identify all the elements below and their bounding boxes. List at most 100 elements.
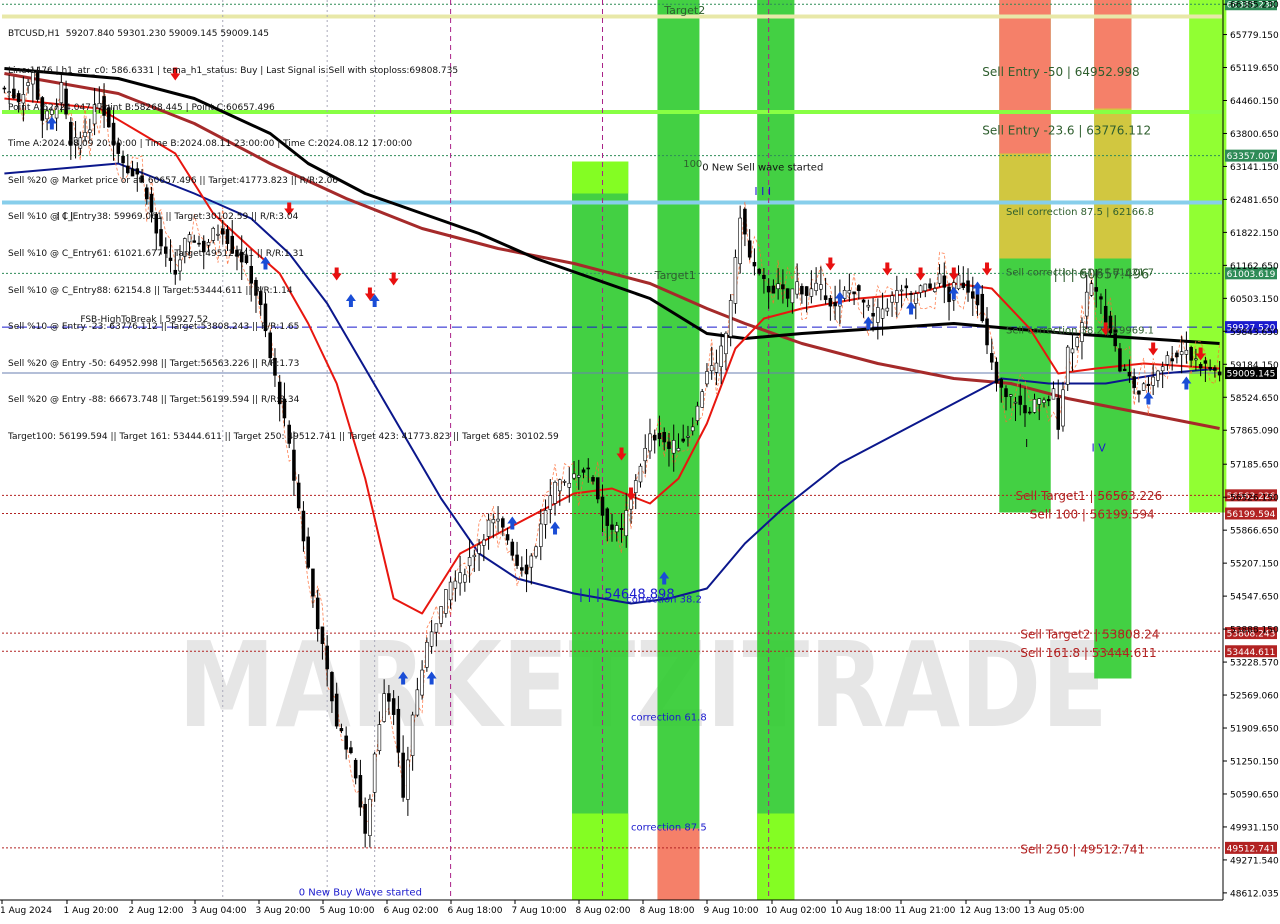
chart-annotation: Sell Entry -23.6 | 63776.112 [982, 124, 1151, 138]
candle-body [1184, 349, 1189, 355]
candle-body [652, 434, 657, 441]
candle-body [785, 288, 790, 299]
candle-body [534, 546, 538, 557]
candle-body [135, 168, 140, 175]
candle-body [35, 72, 40, 100]
candle-body [648, 433, 652, 452]
candle-body [610, 524, 614, 530]
y-tick-label: 63141.150 [1230, 163, 1279, 173]
candle-body [358, 775, 363, 808]
candle-body [771, 285, 776, 294]
candle-body [425, 641, 429, 668]
candle-body [833, 302, 837, 307]
chart-annotation: 0 New Buy Wave started [299, 888, 422, 899]
candlestick-chart[interactable]: MARKETZITRADE 66385.23063357.00761003.61… [0, 0, 1280, 920]
candle-body [130, 168, 135, 177]
zone-accent [572, 161, 629, 194]
candle-body [320, 626, 325, 644]
candle-body [918, 285, 923, 293]
x-tick-label: 10 Aug 18:00 [831, 906, 892, 916]
y-tick-label: 56526.150 [1230, 494, 1279, 504]
candle-body [1175, 352, 1179, 358]
candle-body [1084, 291, 1089, 317]
candle-body [766, 285, 771, 293]
x-tick-label: 1 Aug 20:00 [64, 906, 119, 916]
candle-body [287, 424, 291, 444]
candle-body [1165, 355, 1170, 365]
chart-annotation: Sell correction 61.8 | 61021.7 [1006, 268, 1154, 279]
candle-body [40, 97, 45, 121]
candle-body [809, 288, 814, 297]
candle-body [1203, 360, 1208, 364]
candle-body [1217, 371, 1222, 376]
candle-body [306, 536, 310, 568]
x-tick-label: 11 Aug 21:00 [895, 906, 956, 916]
candle-body [1065, 346, 1070, 385]
candle-body [1046, 399, 1051, 402]
y-tick-label: 58524.650 [1230, 394, 1279, 404]
candle-body [861, 299, 866, 303]
candle-body [795, 281, 799, 295]
candle-body [662, 431, 666, 443]
candle-body [1160, 366, 1165, 372]
candle-body [719, 345, 723, 368]
x-tick-label: 13 Aug 05:00 [1024, 906, 1085, 916]
candle-body [956, 274, 961, 290]
candle-body [971, 291, 975, 299]
candle-body [107, 107, 111, 128]
candle-body [762, 274, 766, 279]
candle-body [1189, 347, 1193, 361]
price-level-tag-label: 49512.741 [1227, 844, 1276, 854]
y-tick-label: 65779.150 [1230, 31, 1279, 41]
candle-body [410, 714, 415, 756]
candle-body [866, 304, 871, 308]
candle-body [947, 286, 951, 303]
candle-body [543, 510, 548, 525]
candle-body [482, 539, 486, 546]
candle-body [567, 482, 572, 488]
candle-body [164, 246, 168, 254]
candle-body [980, 293, 985, 322]
candle-body [743, 208, 747, 235]
candle-body [1099, 296, 1103, 300]
candle-body [216, 233, 220, 236]
candle-body [69, 121, 73, 146]
candle-body [1013, 401, 1018, 404]
chart-annotation: 100 [683, 159, 702, 170]
candle-body [781, 284, 785, 290]
x-tick-label: 6 Aug 18:00 [448, 906, 503, 916]
candle-body [277, 381, 282, 405]
chart-annotation: Sell 161.8 | 53444.611 [1020, 646, 1156, 660]
x-tick-label: 10 Aug 02:00 [766, 906, 827, 916]
candle-body [353, 759, 358, 779]
y-tick-label: 48612.035 [1230, 889, 1279, 899]
candle-body [1208, 367, 1212, 370]
candle-body [78, 137, 83, 149]
y-tick-label: 65119.650 [1230, 64, 1279, 74]
candle-body [899, 289, 904, 292]
y-tick-label: 61162.650 [1230, 262, 1279, 272]
candle-body [197, 242, 201, 245]
candle-body [1213, 367, 1217, 371]
x-tick-label: 9 Aug 10:00 [704, 906, 759, 916]
candle-body [633, 480, 638, 494]
x-tick-label: 5 Aug 10:00 [320, 906, 375, 916]
y-tick-label: 52569.060 [1230, 692, 1279, 702]
candle-body [909, 293, 913, 295]
candle-body [7, 91, 11, 94]
candle-body [671, 440, 676, 454]
candle-body [415, 689, 420, 716]
candle-body [116, 142, 121, 154]
candle-body [576, 475, 581, 478]
candle-body [529, 555, 534, 568]
candle-body [1146, 383, 1151, 386]
chart-annotation: Sell correction 38.2 | 59969.1 [1006, 326, 1154, 337]
candle-body [1132, 376, 1136, 388]
candle-body [73, 137, 78, 145]
candle-body [591, 476, 595, 482]
candle-body [1023, 405, 1027, 414]
candle-body [173, 269, 178, 275]
candle-body [890, 295, 894, 303]
y-tick-label: 53228.570 [1230, 659, 1279, 669]
candle-body [249, 265, 253, 284]
